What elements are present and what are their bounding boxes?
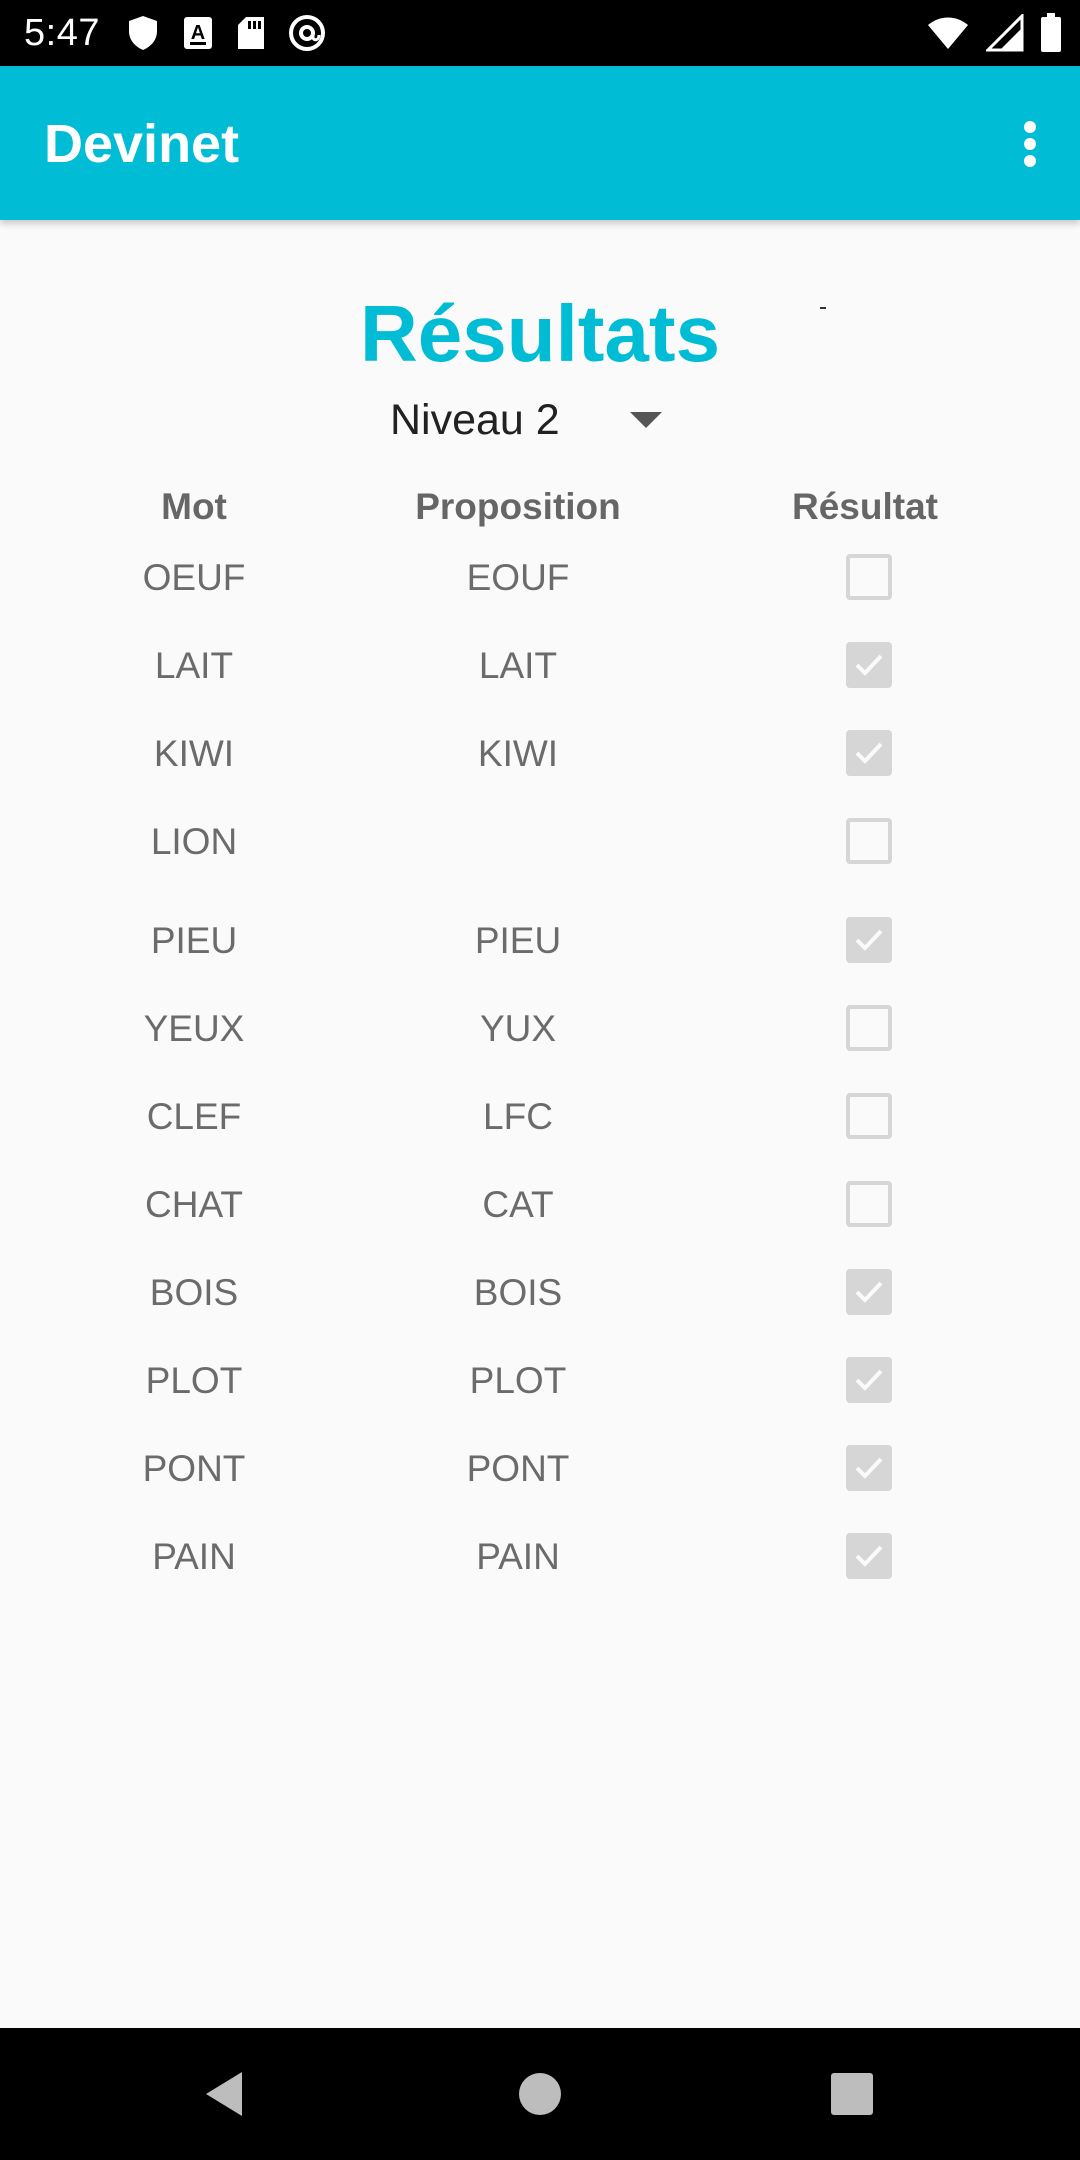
proposition-cell: LAIT bbox=[478, 645, 558, 686]
home-icon[interactable] bbox=[510, 2064, 570, 2124]
table-row: OEUF EOUF bbox=[0, 534, 1080, 622]
app-bar: Devinet bbox=[0, 66, 1080, 220]
overflow-menu-button[interactable] bbox=[1002, 110, 1058, 178]
word-cell: LAIT bbox=[154, 645, 234, 686]
checkmark-icon bbox=[855, 929, 883, 951]
proposition-cell: CAT bbox=[482, 1184, 554, 1225]
recents-icon[interactable] bbox=[822, 2064, 882, 2124]
proposition-cell: BOIS bbox=[473, 1272, 563, 1313]
at-sign-icon bbox=[289, 15, 325, 51]
status-system-icons bbox=[926, 10, 1062, 56]
checkmark-icon bbox=[855, 1545, 883, 1567]
a-notification-icon: A bbox=[184, 17, 212, 49]
svg-text:A: A bbox=[191, 22, 205, 44]
more-vert-icon bbox=[1024, 121, 1036, 167]
table-row: YEUX YUX bbox=[0, 985, 1080, 1073]
table-row: KIWI KIWI bbox=[0, 710, 1080, 798]
checkmark-icon bbox=[855, 1281, 883, 1303]
level-spinner[interactable]: Niveau 2 bbox=[380, 384, 680, 460]
result-checkbox bbox=[846, 554, 892, 600]
column-header-proposition: Proposition bbox=[415, 486, 621, 527]
result-checkbox bbox=[846, 1093, 892, 1139]
proposition-cell: PONT bbox=[466, 1448, 570, 1489]
proposition-cell: LFC bbox=[483, 1096, 553, 1137]
result-checkbox bbox=[846, 1357, 892, 1403]
checkmark-icon bbox=[855, 654, 883, 676]
word-cell: PONT bbox=[142, 1448, 246, 1489]
result-checkbox bbox=[846, 1005, 892, 1051]
table-row: CLEF LFC bbox=[0, 1073, 1080, 1161]
table-row: BOIS BOIS bbox=[0, 1249, 1080, 1337]
result-checkbox bbox=[846, 730, 892, 776]
signal-icon bbox=[986, 14, 1024, 52]
result-checkbox bbox=[846, 1445, 892, 1491]
word-cell: YEUX bbox=[143, 1008, 245, 1049]
table-row: CHAT CAT bbox=[0, 1161, 1080, 1249]
word-cell: CHAT bbox=[145, 1184, 243, 1225]
status-time: 5:47 bbox=[24, 12, 100, 54]
navigation-bar bbox=[0, 2028, 1080, 2160]
column-header-resultat: Résultat bbox=[792, 486, 938, 527]
checkmark-icon bbox=[855, 1369, 883, 1391]
proposition-cell: PIEU bbox=[474, 920, 562, 961]
shield-icon bbox=[129, 16, 157, 50]
word-cell: KIWI bbox=[153, 733, 235, 774]
result-checkbox bbox=[846, 917, 892, 963]
column-header-mot: Mot bbox=[161, 486, 227, 527]
word-cell: LION bbox=[150, 821, 238, 862]
result-checkbox bbox=[846, 642, 892, 688]
proposition-cell: KIWI bbox=[477, 733, 559, 774]
result-checkbox bbox=[846, 1269, 892, 1315]
app-title: Devinet bbox=[44, 114, 240, 174]
word-cell: OEUF bbox=[142, 557, 246, 598]
level-spinner-value: Niveau 2 bbox=[390, 396, 560, 444]
dropdown-arrow-icon bbox=[630, 412, 662, 428]
table-row: PAIN PAIN bbox=[0, 1513, 1080, 1601]
table-row: PIEU PIEU bbox=[0, 897, 1080, 985]
table-row: LION bbox=[0, 798, 1080, 886]
word-cell: CLEF bbox=[146, 1096, 242, 1137]
word-cell: PIEU bbox=[150, 920, 238, 961]
status-notification-icons: A bbox=[126, 12, 326, 54]
wifi-icon bbox=[928, 17, 968, 49]
table-row: LAIT LAIT bbox=[0, 622, 1080, 710]
results-heading: Résultats bbox=[359, 289, 721, 378]
sd-card-icon bbox=[238, 17, 264, 49]
back-icon[interactable] bbox=[196, 2064, 256, 2124]
proposition-cell: PLOT bbox=[469, 1360, 567, 1401]
status-bar: 5:47 A bbox=[0, 0, 1080, 66]
word-cell: BOIS bbox=[149, 1272, 239, 1313]
checkmark-icon bbox=[855, 742, 883, 764]
proposition-cell: PAIN bbox=[476, 1536, 560, 1577]
result-checkbox bbox=[846, 818, 892, 864]
divider bbox=[820, 307, 826, 309]
word-cell: PLOT bbox=[145, 1360, 243, 1401]
proposition-cell: YUX bbox=[479, 1008, 557, 1049]
table-row: PLOT PLOT bbox=[0, 1337, 1080, 1425]
table-row: PONT PONT bbox=[0, 1425, 1080, 1513]
checkmark-icon bbox=[855, 1457, 883, 1479]
word-cell: PAIN bbox=[152, 1536, 236, 1577]
result-checkbox bbox=[846, 1181, 892, 1227]
result-checkbox bbox=[846, 1533, 892, 1579]
battery-icon bbox=[1041, 13, 1061, 52]
proposition-cell: EOUF bbox=[466, 557, 570, 598]
